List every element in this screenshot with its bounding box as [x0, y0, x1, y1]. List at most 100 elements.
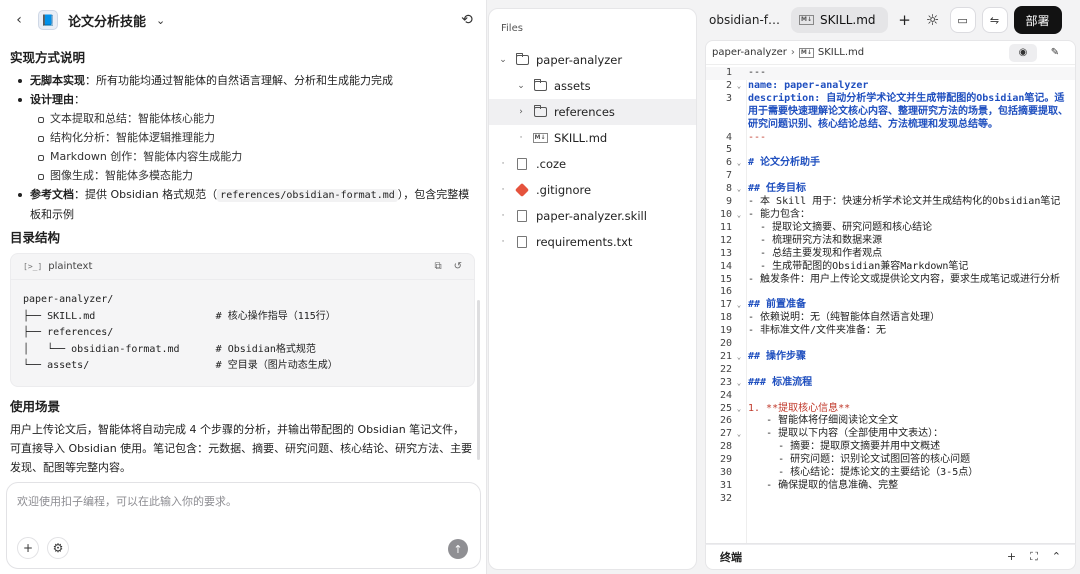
folder-icon[interactable]: ▭ — [949, 7, 976, 33]
fold-chevron-icon[interactable]: ⌄ — [732, 299, 746, 312]
editor-line[interactable]: 3 description: 自动分析学术论文并生成带配图的Obsidian笔记。… — [706, 93, 1075, 132]
wrap-icon[interactable]: ↺ — [454, 257, 462, 276]
editor-line[interactable]: 28 - 摘要：提取原文摘要并用中文概述 — [706, 441, 1075, 454]
deploy-button[interactable]: 部署 — [1013, 6, 1062, 34]
fold-chevron-icon[interactable] — [732, 170, 746, 183]
editor-line[interactable]: 31 - 确保提取的信息准确、完整 — [706, 480, 1075, 493]
fold-chevron-icon[interactable] — [732, 222, 746, 235]
tree-item-gitignore[interactable]: · .gitignore — [489, 177, 696, 203]
fold-chevron-icon[interactable]: ⌄ — [732, 403, 746, 416]
fold-chevron-icon[interactable] — [732, 390, 746, 403]
editor-line[interactable]: 6 ⌄ # 论文分析助手 — [706, 157, 1075, 170]
editor-line[interactable]: 26 - 智能体将仔细阅读论文全文 — [706, 415, 1075, 428]
add-terminal-icon[interactable]: + — [1007, 550, 1016, 564]
fold-chevron-icon[interactable] — [732, 338, 746, 351]
fold-chevron-icon[interactable] — [732, 132, 746, 145]
editor-line[interactable]: 32 — [706, 493, 1075, 506]
editor-line[interactable]: 17 ⌄ ## 前置准备 — [706, 299, 1075, 312]
fold-chevron-icon[interactable] — [732, 196, 746, 209]
preview-eye-icon[interactable]: ◉ — [1009, 43, 1037, 62]
fold-chevron-icon[interactable] — [732, 493, 746, 506]
tab-obsidian-format[interactable]: obsidian-f… — [703, 13, 785, 27]
fold-chevron-icon[interactable]: ⌄ — [732, 351, 746, 364]
tree-item-paper-analyzer[interactable]: ⌄ paper-analyzer — [489, 47, 696, 73]
fold-chevron-icon[interactable] — [732, 67, 746, 80]
editor-line[interactable]: 5 — [706, 144, 1075, 157]
fold-chevron-icon[interactable] — [732, 312, 746, 325]
editor-line[interactable]: 2 ⌄ name: paper-analyzer — [706, 80, 1075, 93]
editor-line[interactable]: 7 — [706, 170, 1075, 183]
copy-icon[interactable]: ⧉ — [434, 257, 441, 276]
fold-chevron-icon[interactable] — [732, 415, 746, 428]
skill-title[interactable]: 论文分析技能 — [68, 11, 146, 30]
editor-line[interactable]: 13 - 总结主要发现和作者观点 — [706, 248, 1075, 261]
fold-chevron-icon[interactable]: ⌄ — [732, 209, 746, 222]
editor-line[interactable]: 19 - 非标准文件/文件夹准备：无 — [706, 325, 1075, 338]
fold-chevron-icon[interactable] — [732, 274, 746, 287]
editor-line[interactable]: 9 - 本 Skill 用于：快速分析学术论文并生成结构化的Obsidian笔记 — [706, 196, 1075, 209]
editor-line[interactable]: 22 — [706, 364, 1075, 377]
chevron-down-icon[interactable]: ⌄ — [497, 55, 509, 65]
fold-chevron-icon[interactable] — [732, 441, 746, 454]
terminal-bar[interactable]: 终端 + ⛶ ⌃ — [705, 544, 1076, 570]
history-icon[interactable]: ⟲ — [458, 12, 476, 28]
editor-line[interactable]: 27 ⌄ - 提取以下内容（全部使用中文表达）： — [706, 428, 1075, 441]
editor-line[interactable]: 29 - 研究问题：识别论文试图回答的核心问题 — [706, 454, 1075, 467]
fold-chevron-icon[interactable] — [732, 467, 746, 480]
new-tab-icon[interactable]: + — [894, 11, 916, 29]
editor-line[interactable]: 16 — [706, 286, 1075, 299]
editor-line[interactable]: 24 — [706, 390, 1075, 403]
fold-chevron-icon[interactable] — [732, 235, 746, 248]
fold-chevron-icon[interactable] — [732, 261, 746, 274]
editor-line[interactable]: 8 ⌄ ## 任务目标 — [706, 183, 1075, 196]
fold-chevron-icon[interactable] — [732, 454, 746, 467]
fold-chevron-icon[interactable]: ⌄ — [732, 157, 746, 170]
fold-chevron-icon[interactable] — [732, 248, 746, 261]
fold-chevron-icon[interactable] — [732, 325, 746, 338]
fold-chevron-icon[interactable] — [732, 93, 746, 132]
editor-line[interactable]: 25 ⌄ 1. **提取核心信息** — [706, 403, 1075, 416]
tree-item-coze[interactable]: · .coze — [489, 151, 696, 177]
settings-sliders-icon[interactable]: ⚙ — [47, 537, 69, 559]
chevron-right-icon[interactable]: › — [515, 107, 527, 117]
tree-item-assets[interactable]: ⌄ assets — [489, 73, 696, 99]
editor-line[interactable]: 14 - 生成带配图的Obsidian兼容Markdown笔记 — [706, 261, 1075, 274]
fold-chevron-icon[interactable]: ⌄ — [732, 183, 746, 196]
editor-line[interactable]: 10 ⌄ - 能力包含： — [706, 209, 1075, 222]
breadcrumb-file[interactable]: SKILL.md — [818, 47, 864, 58]
send-arrow-icon[interactable]: ↑ — [448, 539, 468, 559]
chevron-left-icon[interactable]: ‹ — [10, 12, 28, 28]
fold-chevron-icon[interactable]: ⌄ — [732, 80, 746, 93]
editor-line[interactable]: 21 ⌄ ## 操作步骤 — [706, 351, 1075, 364]
editor-line[interactable]: 11 - 提取论文摘要、研究问题和核心结论 — [706, 222, 1075, 235]
fold-chevron-icon[interactable] — [732, 144, 746, 157]
fold-chevron-icon[interactable]: ⌄ — [732, 377, 746, 390]
sliders-icon[interactable]: ⇋ — [981, 7, 1008, 33]
code-editor[interactable]: paper-analyzer › M↓ SKILL.md ◉ ✎ 1 --- 2 ⌄ n… — [705, 40, 1076, 544]
editor-line[interactable]: 23 ⌄ ### 标准流程 — [706, 377, 1075, 390]
editor-line[interactable]: 4 --- — [706, 132, 1075, 145]
editor-line[interactable]: 1 --- — [706, 67, 1075, 80]
sun-icon[interactable]: ☼ — [922, 11, 944, 29]
chevron-down-icon[interactable]: ⌄ — [515, 81, 527, 91]
editor-line[interactable]: 18 - 依赖说明：无（纯智能体自然语言处理） — [706, 312, 1075, 325]
expand-icon[interactable]: ⛶ — [1030, 550, 1038, 564]
editor-line[interactable]: 30 - 核心结论：提炼论文的主要结论（3-5点） — [706, 467, 1075, 480]
fold-chevron-icon[interactable]: ⌄ — [732, 428, 746, 441]
editor-line[interactable]: 20 — [706, 338, 1075, 351]
tree-item-skill-package[interactable]: · paper-analyzer.skill — [489, 203, 696, 229]
chat-input-box[interactable]: 欢迎使用扣子编程，可以在此输入你的要求。 + ⚙ ↑ — [6, 482, 481, 569]
chat-input-placeholder[interactable]: 欢迎使用扣子编程，可以在此输入你的要求。 — [17, 493, 237, 509]
tab-skill-md[interactable]: M↓ SKILL.md — [791, 7, 888, 33]
fold-chevron-icon[interactable] — [732, 364, 746, 377]
tree-item-skill-md[interactable]: · M↓ SKILL.md — [489, 125, 696, 151]
editor-line[interactable]: 12 - 梳理研究方法和数据来源 — [706, 235, 1075, 248]
scrollbar[interactable] — [477, 300, 480, 460]
collapse-icon[interactable]: ⌃ — [1052, 550, 1061, 564]
fold-chevron-icon[interactable] — [732, 480, 746, 493]
tree-item-references[interactable]: › references — [489, 99, 696, 125]
editor-line[interactable]: 15 - 触发条件：用户上传论文或提供论文内容，要求生成笔记或进行分析 — [706, 274, 1075, 287]
add-icon[interactable]: + — [17, 537, 39, 559]
breadcrumb-folder[interactable]: paper-analyzer — [712, 47, 787, 58]
fold-chevron-icon[interactable] — [732, 286, 746, 299]
